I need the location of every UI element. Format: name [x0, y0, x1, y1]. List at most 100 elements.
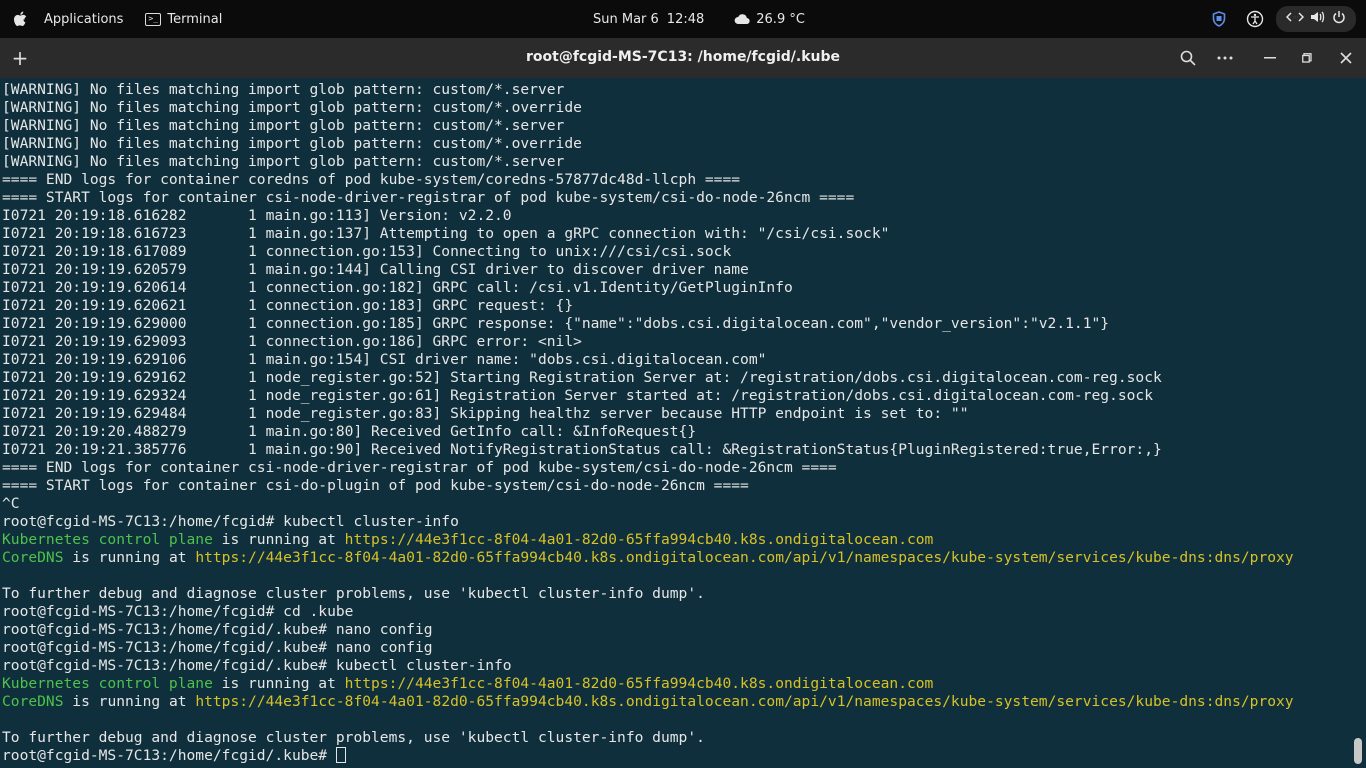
terminal-line: [WARNING] No files matching import glob … [2, 99, 1294, 117]
terminal-text: root@fcgid-MS-7C13:/home/fcgid/.kube# na… [2, 639, 433, 656]
terminal-line: To further debug and diagnose cluster pr… [2, 729, 1294, 747]
more-options-icon[interactable] [1215, 48, 1235, 68]
terminal-text: ==== END logs for container csi-node-dri… [2, 459, 837, 476]
terminal-app-icon: >_ [145, 12, 162, 26]
cloud-weather-icon [734, 13, 750, 25]
terminal-line: [WARNING] No files matching import glob … [2, 81, 1294, 99]
terminal-text: I0721 20:19:19.629106 1 main.go:154] CSI… [2, 351, 767, 368]
top-panel: Applications >_ Terminal Sun Mar 6 12:48… [0, 0, 1366, 38]
terminal-text: ==== START logs for container csi-node-d… [2, 189, 855, 206]
system-menu[interactable] [1276, 6, 1356, 32]
terminal-line: root@fcgid-MS-7C13:/home/fcgid/.kube# na… [2, 639, 1294, 657]
network-icon [1285, 11, 1305, 27]
terminal-text: CoreDNS [2, 549, 64, 566]
terminal-text: [WARNING] No files matching import glob … [2, 99, 582, 116]
terminal-line: ==== END logs for container coredns of p… [2, 171, 1294, 189]
terminal-line: I0721 20:19:19.629324 1 node_register.go… [2, 387, 1294, 405]
terminal-line: [WARNING] No files matching import glob … [2, 153, 1294, 171]
terminal-text: I0721 20:19:19.620614 1 connection.go:18… [2, 279, 793, 296]
terminal-text: is running at [63, 693, 196, 710]
terminal-text: root@fcgid-MS-7C13:/home/fcgid# kubectl … [2, 513, 459, 530]
terminal-text: To further debug and diagnose cluster pr… [2, 729, 705, 746]
accessibility-icon[interactable] [1246, 10, 1264, 28]
volume-icon [1310, 10, 1326, 28]
window-titlebar: + root@fcgid-MS-7C13: /home/fcgid/.kube [0, 38, 1366, 78]
terminal-line: I0721 20:19:19.629106 1 main.go:154] CSI… [2, 351, 1294, 369]
terminal-line: I0721 20:19:19.620614 1 connection.go:18… [2, 279, 1294, 297]
terminal-text: I0721 20:19:20.488279 1 main.go:80] Rece… [2, 423, 697, 440]
weather-temperature: 26.9 °C [756, 11, 805, 27]
terminal-text: CoreDNS [2, 693, 64, 710]
terminal-line: ==== START logs for container csi-node-d… [2, 189, 1294, 207]
terminal-text: I0721 20:19:19.629000 1 connection.go:18… [2, 315, 1110, 332]
terminal-text: ==== END logs for container coredns of p… [2, 171, 741, 188]
shell-prompt: root@fcgid-MS-7C13:/home/fcgid/.kube# [2, 747, 336, 764]
terminal-line: I0721 20:19:19.620621 1 connection.go:18… [2, 297, 1294, 315]
terminal-line: root@fcgid-MS-7C13:/home/fcgid# cd .kube [2, 603, 1294, 621]
terminal-line: ^C [2, 495, 1294, 513]
terminal-text: root@fcgid-MS-7C13:/home/fcgid/.kube# na… [2, 621, 433, 638]
text-cursor [335, 747, 346, 763]
terminal-text: [WARNING] No files matching import glob … [2, 81, 565, 98]
terminal-line: I0721 20:19:19.620579 1 main.go:144] Cal… [2, 261, 1294, 279]
terminal-line: root@fcgid-MS-7C13:/home/fcgid/.kube# ku… [2, 657, 1294, 675]
close-button[interactable] [1336, 48, 1356, 68]
terminal-text: ^C [2, 495, 20, 512]
applications-menu[interactable]: Applications [44, 12, 123, 27]
terminal-text: is running at [212, 675, 345, 692]
terminal-text: I0721 20:19:19.620579 1 main.go:144] Cal… [2, 261, 749, 278]
apple-logo-icon[interactable] [12, 11, 28, 27]
terminal-text: [WARNING] No files matching import glob … [2, 135, 582, 152]
terminal-text: I0721 20:19:19.629324 1 node_register.go… [2, 387, 1153, 404]
clock-area[interactable]: Sun Mar 6 12:48 26.9 °C [593, 0, 805, 38]
window-title: root@fcgid-MS-7C13: /home/fcgid/.kube [525, 49, 841, 65]
terminal-text: I0721 20:19:19.620621 1 connection.go:18… [2, 297, 574, 314]
terminal-text: root@fcgid-MS-7C13:/home/fcgid/.kube# ku… [2, 657, 512, 674]
terminal-line: To further debug and diagnose cluster pr… [2, 585, 1294, 603]
terminal-text: I0721 20:19:19.629093 1 connection.go:18… [2, 333, 582, 350]
terminal-line: I0721 20:19:18.616282 1 main.go:113] Ver… [2, 207, 1294, 225]
terminal-text: [WARNING] No files matching import glob … [2, 153, 565, 170]
terminal-text: To further debug and diagnose cluster pr… [2, 585, 705, 602]
terminal-line: I0721 20:19:21.385776 1 main.go:90] Rece… [2, 441, 1294, 459]
terminal-text: Kubernetes control plane [2, 531, 213, 548]
maximize-button[interactable] [1297, 48, 1317, 68]
terminal-line: root@fcgid-MS-7C13:/home/fcgid# kubectl … [2, 513, 1294, 531]
terminal-line: I0721 20:19:19.629162 1 node_register.go… [2, 369, 1294, 387]
scrollbar-thumb[interactable] [1354, 738, 1362, 764]
terminal-text: I0721 20:19:18.617089 1 connection.go:15… [2, 243, 732, 260]
date-label: Sun Mar 6 [593, 11, 659, 27]
search-icon[interactable] [1178, 48, 1198, 68]
time-label: 12:48 [666, 11, 705, 27]
terminal-line: [WARNING] No files matching import glob … [2, 135, 1294, 153]
terminal-lines: [WARNING] No files matching import glob … [2, 81, 1294, 765]
terminal-text: [WARNING] No files matching import glob … [2, 117, 565, 134]
terminal-text: https://44e3f1cc-8f04-4a01-82d0-65ffa994… [344, 675, 934, 692]
terminal-text: https://44e3f1cc-8f04-4a01-82d0-65ffa994… [344, 531, 934, 548]
terminal-output[interactable]: [WARNING] No files matching import glob … [0, 78, 1366, 768]
shield-icon[interactable] [1210, 10, 1228, 28]
terminal-line: I0721 20:19:19.629000 1 connection.go:18… [2, 315, 1294, 333]
terminal-line: root@fcgid-MS-7C13:/home/fcgid/.kube# na… [2, 621, 1294, 639]
terminal-text: Kubernetes control plane [2, 675, 213, 692]
terminal-text: is running at [63, 549, 196, 566]
terminal-text: I0721 20:19:19.629484 1 node_register.go… [2, 405, 969, 422]
terminal-line: ==== END logs for container csi-node-dri… [2, 459, 1294, 477]
terminal-line: CoreDNS is running at https://44e3f1cc-8… [2, 549, 1294, 567]
terminal-text: https://44e3f1cc-8f04-4a01-82d0-65ffa994… [195, 549, 1294, 566]
terminal-line: [WARNING] No files matching import glob … [2, 117, 1294, 135]
terminal-text: I0721 20:19:19.629162 1 node_register.go… [2, 369, 1162, 386]
terminal-line: ==== START logs for container csi-do-plu… [2, 477, 1294, 495]
terminal-text: https://44e3f1cc-8f04-4a01-82d0-65ffa994… [195, 693, 1294, 710]
terminal-line: Kubernetes control plane is running at h… [2, 675, 1294, 693]
prompt-line[interactable]: root@fcgid-MS-7C13:/home/fcgid/.kube# [2, 747, 1294, 765]
terminal-text: is running at [212, 531, 345, 548]
minimize-button[interactable] [1260, 48, 1280, 68]
active-app-label[interactable]: Terminal [167, 12, 222, 27]
terminal-line: I0721 20:19:18.616723 1 main.go:137] Att… [2, 225, 1294, 243]
terminal-text: root@fcgid-MS-7C13:/home/fcgid# cd .kube [2, 603, 354, 620]
power-icon [1332, 10, 1346, 28]
terminal-line: I0721 20:19:19.629484 1 node_register.go… [2, 405, 1294, 423]
terminal-line: I0721 20:19:18.617089 1 connection.go:15… [2, 243, 1294, 261]
